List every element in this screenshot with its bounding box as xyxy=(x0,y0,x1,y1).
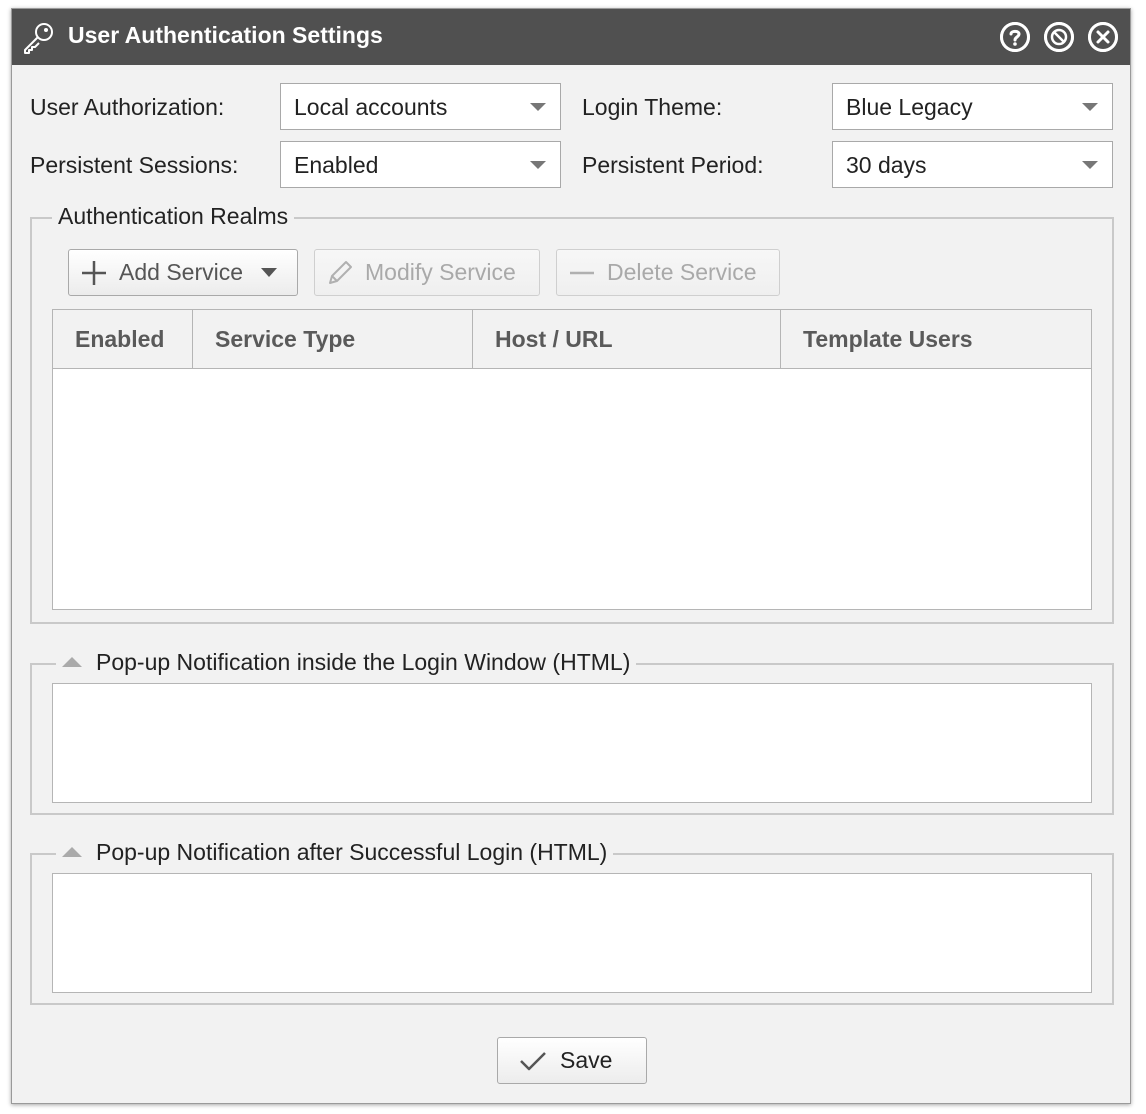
user-authorization-select[interactable]: Local accounts xyxy=(280,83,561,130)
column-template-users[interactable]: Template Users xyxy=(781,310,1091,368)
auth-settings-window: User Authentication Settings User Author… xyxy=(11,8,1131,1104)
chevron-down-icon xyxy=(530,161,546,169)
persistent-period-label: Persistent Period: xyxy=(582,152,764,178)
column-service-type[interactable]: Service Type xyxy=(193,310,473,368)
key-icon xyxy=(24,23,53,54)
user-authorization-value: Local accounts xyxy=(294,94,448,120)
after-login-notification-editor[interactable] xyxy=(52,873,1092,993)
close-button[interactable] xyxy=(1088,22,1118,52)
delete-service-label: Delete Service xyxy=(607,259,757,285)
after-login-notification-legend[interactable]: Pop-up Notification after Successful Log… xyxy=(56,839,614,866)
title-bar[interactable]: User Authentication Settings xyxy=(12,9,1130,65)
close-icon xyxy=(1088,22,1118,52)
chevron-down-icon xyxy=(261,268,278,277)
chevron-down-icon xyxy=(530,103,546,111)
realms-table-header: Enabled Service Type Host / URL Template… xyxy=(53,310,1091,369)
login-window-notification-editor[interactable] xyxy=(52,683,1092,803)
chevron-down-icon xyxy=(1082,161,1098,169)
persistent-sessions-value: Enabled xyxy=(294,152,379,178)
collapse-triangle-icon xyxy=(62,847,82,857)
window-title: User Authentication Settings xyxy=(68,22,383,48)
minimize-button[interactable] xyxy=(1044,22,1074,52)
add-service-button[interactable]: Add Service xyxy=(68,249,298,296)
login-window-notification-legend[interactable]: Pop-up Notification inside the Login Win… xyxy=(56,649,637,676)
user-authorization-label: User Authorization: xyxy=(30,94,225,120)
realms-table[interactable]: Enabled Service Type Host / URL Template… xyxy=(52,309,1092,610)
persistent-period-select[interactable]: 30 days xyxy=(832,141,1113,188)
collapse-triangle-icon xyxy=(62,657,82,667)
chevron-down-icon xyxy=(1082,103,1098,111)
modify-service-button[interactable]: Modify Service xyxy=(314,249,540,296)
persistent-period-value: 30 days xyxy=(846,152,927,178)
save-label: Save xyxy=(560,1047,613,1073)
after-login-notification-title: Pop-up Notification after Successful Log… xyxy=(96,839,608,865)
column-enabled[interactable]: Enabled xyxy=(53,310,193,368)
login-theme-select[interactable]: Blue Legacy xyxy=(832,83,1113,130)
pencil-icon xyxy=(329,260,352,284)
login-theme-label: Login Theme: xyxy=(582,94,723,120)
login-window-notification-title: Pop-up Notification inside the Login Win… xyxy=(96,649,631,675)
plus-icon xyxy=(82,260,106,285)
help-button[interactable] xyxy=(1000,22,1030,52)
authentication-realms-legend: Authentication Realms xyxy=(52,203,295,230)
minus-icon xyxy=(570,271,594,274)
login-theme-value: Blue Legacy xyxy=(846,94,973,120)
column-host-url[interactable]: Host / URL xyxy=(473,310,781,368)
modify-service-label: Modify Service xyxy=(365,259,516,285)
minimize-icon xyxy=(1044,22,1074,52)
checkmark-icon xyxy=(520,1051,546,1070)
persistent-sessions-select[interactable]: Enabled xyxy=(280,141,561,188)
save-button[interactable]: Save xyxy=(497,1037,647,1084)
persistent-sessions-label: Persistent Sessions: xyxy=(30,152,239,178)
help-icon xyxy=(1000,22,1030,52)
delete-service-button[interactable]: Delete Service xyxy=(556,249,780,296)
add-service-label: Add Service xyxy=(119,259,244,285)
